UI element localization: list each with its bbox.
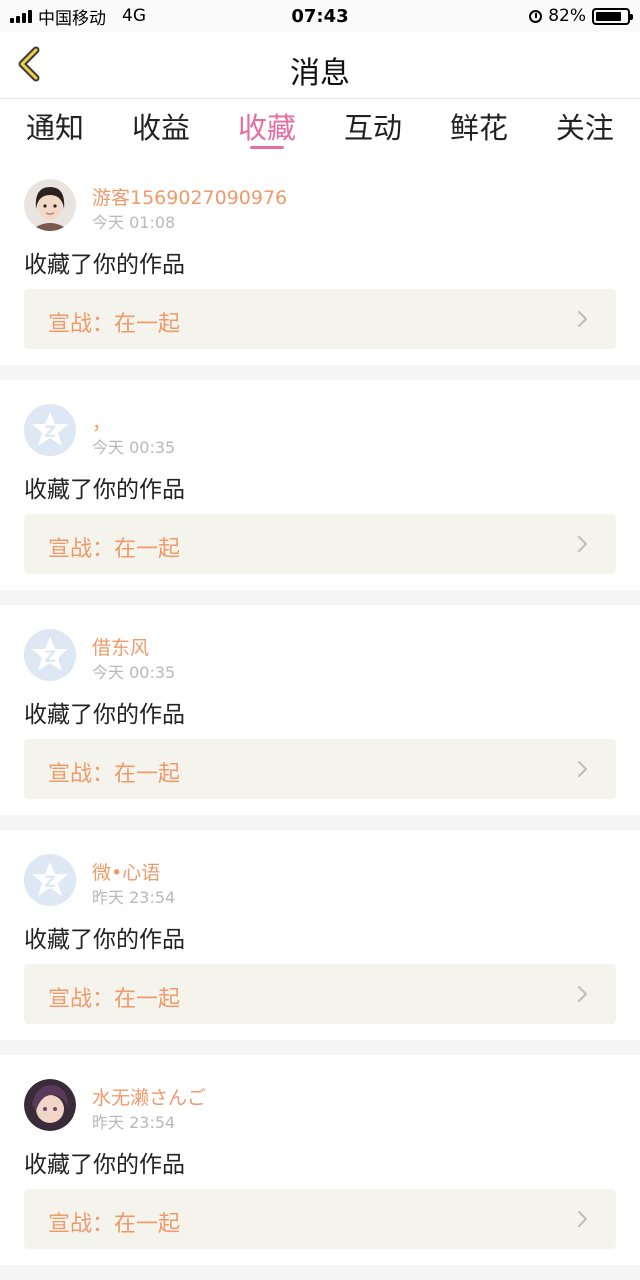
battery-icon — [592, 7, 633, 25]
message-time: 今天 00:35 — [92, 663, 176, 682]
avatar[interactable] — [24, 1079, 76, 1131]
user-photo-icon — [24, 179, 76, 231]
svg-text:Z: Z — [44, 647, 56, 666]
work-title: 宣战：在一起 — [48, 312, 181, 337]
message-time: 今天 00:35 — [92, 438, 176, 457]
user-photo-icon — [24, 1079, 76, 1131]
message-item: Z 借东风今天 00:35 收藏了你的作品宣战：在一起 — [0, 605, 640, 815]
work-link[interactable]: 宣战：在一起 — [24, 289, 616, 349]
avatar[interactable]: Z — [24, 854, 76, 906]
tab-interactions[interactable]: 互动 — [344, 99, 402, 155]
tab-bar: 通知 收益 收藏 互动 鲜花 关注 — [0, 99, 640, 155]
message-item: Z ， 今天 00:35 收藏了你的作品宣战：在一起 — [0, 380, 640, 590]
work-title: 宣战：在一起 — [48, 537, 181, 562]
action-text: 收藏了你的作品 — [24, 1152, 185, 1178]
tab-earnings[interactable]: 收益 — [132, 99, 190, 155]
avatar[interactable]: Z — [24, 404, 76, 456]
work-link[interactable]: 宣战：在一起 — [24, 739, 616, 799]
tab-favorites[interactable]: 收藏 — [238, 99, 296, 155]
default-avatar-icon: Z — [24, 854, 76, 906]
work-link[interactable]: 宣战：在一起 — [24, 1189, 616, 1249]
action-text: 收藏了你的作品 — [24, 252, 185, 278]
work-link[interactable]: 宣战：在一起 — [24, 964, 616, 1024]
status-right: 82% — [529, 6, 633, 26]
user-name[interactable]: 借东风 — [92, 633, 149, 660]
message-list: 游客1569027090976 今天 01:08 收藏了你的作品 宣战：在一起 Z，今天… — [0, 155, 640, 1280]
page-title: 消息 — [290, 56, 350, 91]
tab-flowers[interactable]: 鲜花 — [450, 99, 508, 155]
tab-follows[interactable]: 关注 — [556, 99, 614, 155]
message-time: 昨天 23:54 — [92, 888, 176, 907]
svg-text:Z: Z — [44, 872, 56, 891]
chevron-right-icon — [578, 536, 587, 552]
chevron-right-icon — [578, 986, 587, 1002]
user-name[interactable]: 微•心语 — [92, 858, 160, 885]
chevron-right-icon — [578, 1211, 587, 1227]
chevron-right-icon — [578, 761, 587, 777]
nav-bar: 消息 — [0, 32, 640, 99]
tab-notifications[interactable]: 通知 — [26, 99, 84, 155]
user-name[interactable]: 游客1569027090976 — [92, 183, 287, 210]
alarm-icon — [529, 9, 543, 23]
avatar[interactable]: Z — [24, 629, 76, 681]
message-time: 今天 01:08 — [92, 213, 176, 232]
message-item: 游客1569027090976 今天 01:08 收藏了你的作品宣战：在一起 — [0, 155, 640, 365]
action-text: 收藏了你的作品 — [24, 927, 185, 953]
status-bar: 中国移动 4G 07:43 82% — [0, 0, 640, 32]
default-avatar-icon: Z — [24, 404, 76, 456]
action-text: 收藏了你的作品 — [24, 477, 185, 503]
message-item: Z 微•心语昨天 23:54 收藏了你的作品宣战：在一起 — [0, 830, 640, 1040]
user-name[interactable]: 水无濑さんご — [92, 1083, 206, 1110]
action-text: 收藏了你的作品 — [24, 702, 185, 728]
chevron-right-icon — [578, 311, 587, 327]
work-title: 宣战：在一起 — [48, 762, 181, 787]
work-title: 宣战：在一起 — [48, 1212, 181, 1237]
svg-text:Z: Z — [44, 422, 56, 441]
message-time: 昨天 23:54 — [92, 1113, 176, 1132]
work-title: 宣战：在一起 — [48, 987, 181, 1012]
battery-percent: 82% — [548, 6, 586, 26]
user-name[interactable]: ， — [92, 408, 111, 435]
work-link[interactable]: 宣战：在一起 — [24, 514, 616, 574]
avatar[interactable] — [24, 179, 76, 231]
message-item: 水无濑さんご昨天 23:54 收藏了你的作品宣战：在一起 — [0, 1055, 640, 1265]
default-avatar-icon: Z — [24, 629, 76, 681]
